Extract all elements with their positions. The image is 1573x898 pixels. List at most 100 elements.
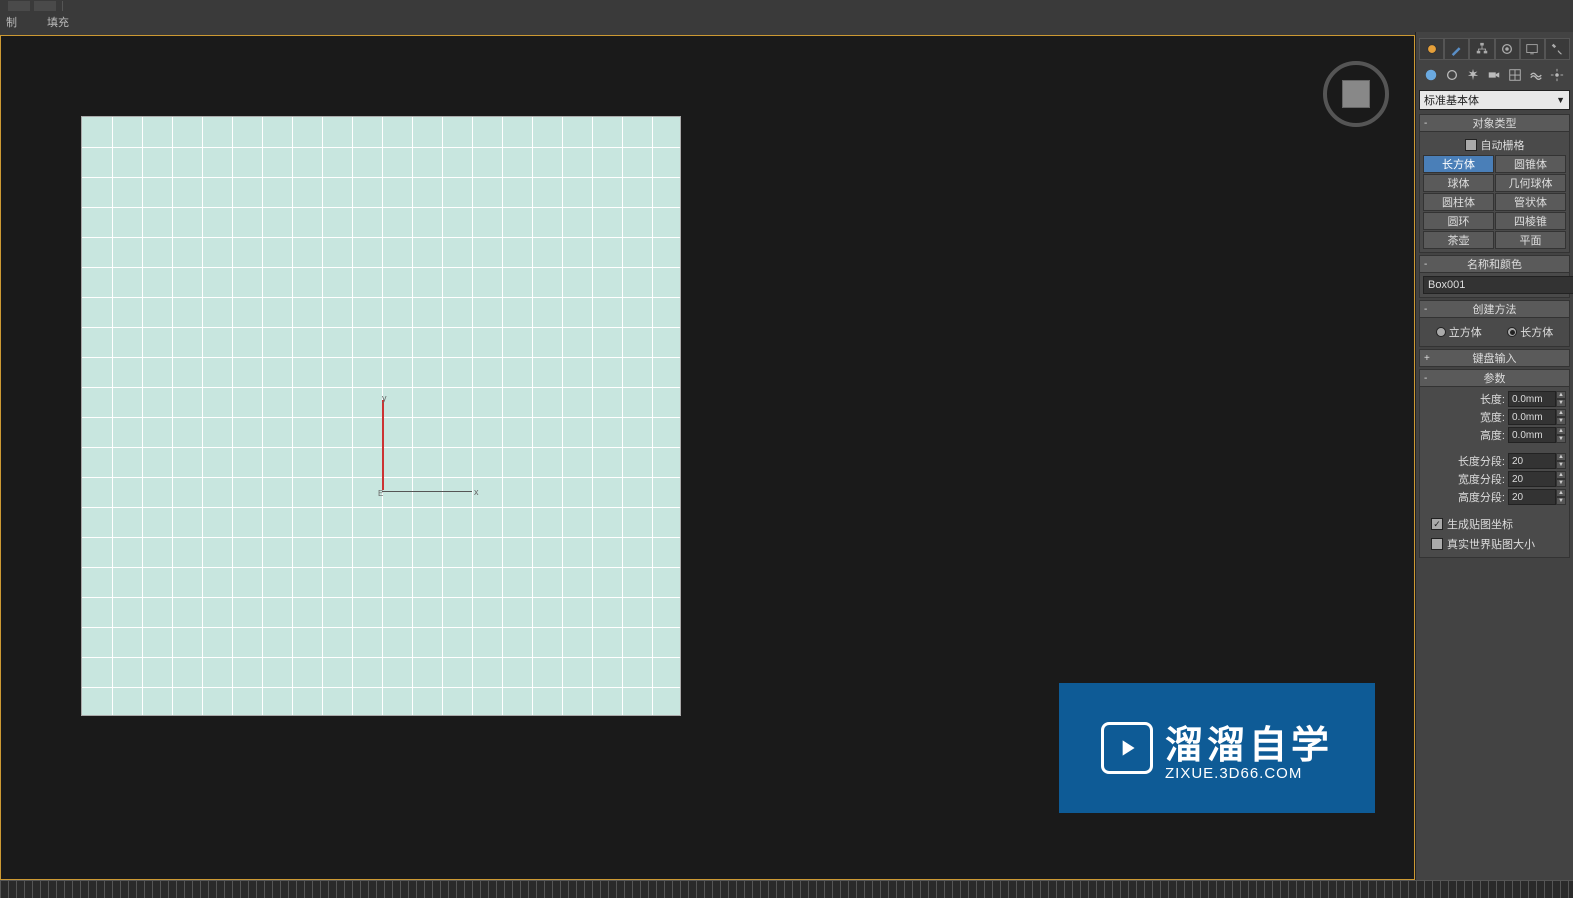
geometry-subtab[interactable] — [1421, 66, 1441, 84]
spinner-down-icon[interactable]: ▼ — [1556, 497, 1566, 505]
cameras-subtab[interactable] — [1484, 66, 1504, 84]
spinner-down-icon[interactable]: ▼ — [1556, 417, 1566, 425]
width-input[interactable] — [1508, 409, 1556, 425]
timeline[interactable] — [0, 880, 1573, 898]
viewcube-face[interactable] — [1342, 80, 1370, 108]
spinner-up-icon[interactable]: ▲ — [1556, 391, 1566, 399]
create-subtabs — [1419, 64, 1570, 86]
object-type-header[interactable]: - 对象类型 — [1419, 114, 1570, 132]
minus-icon: - — [1424, 118, 1427, 129]
watermark-main-text: 溜溜自学 — [1165, 714, 1333, 769]
auto-grid-label: 自动栅格 — [1481, 137, 1525, 153]
utilities-tab[interactable] — [1545, 38, 1570, 60]
axis-y-label: y — [382, 393, 387, 403]
teapot-button[interactable]: 茶壶 — [1423, 231, 1494, 249]
watermark: 溜溜自学 ZIXUE.3D66.COM — [1059, 683, 1375, 813]
motion-tab[interactable] — [1495, 38, 1520, 60]
name-color-header[interactable]: - 名称和颜色 — [1419, 255, 1570, 273]
spinner-down-icon[interactable]: ▼ — [1556, 399, 1566, 407]
spacewarps-subtab[interactable] — [1526, 66, 1546, 84]
spinner-down-icon[interactable]: ▼ — [1556, 435, 1566, 443]
watermark-logo-icon — [1101, 722, 1153, 774]
length-label: 长度: — [1480, 391, 1505, 407]
top-toolbar — [0, 0, 1573, 12]
spinner-down-icon[interactable]: ▼ — [1556, 461, 1566, 469]
auto-grid-checkbox[interactable] — [1465, 139, 1477, 151]
spinner-up-icon[interactable]: ▲ — [1556, 471, 1566, 479]
gen-map-coords-checkbox[interactable]: ✓ — [1431, 518, 1443, 530]
spinner-up-icon[interactable]: ▲ — [1556, 453, 1566, 461]
spinner-up-icon[interactable]: ▲ — [1556, 427, 1566, 435]
create-tab[interactable] — [1419, 38, 1444, 60]
separator — [62, 1, 63, 11]
toolbar-icon[interactable] — [34, 1, 56, 11]
menu-item-fill[interactable]: 填充 — [47, 14, 69, 30]
object-name-input[interactable] — [1423, 276, 1573, 294]
sphere-button[interactable]: 球体 — [1423, 174, 1494, 192]
command-panel-tabs — [1419, 38, 1570, 60]
hierarchy-tab[interactable] — [1469, 38, 1494, 60]
parameters-rollout: - 参数 长度:▲▼ 宽度:▲▼ 高度:▲▼ 长度分段:▲▼ 宽度分段:▲▼ 高… — [1419, 369, 1570, 558]
object-type-rollout: - 对象类型 自动栅格 长方体 圆锥体 球体 几何球体 圆柱体 管状体 圆环 四… — [1419, 114, 1570, 253]
gen-map-coords-label: 生成贴图坐标 — [1447, 516, 1513, 532]
spinner-up-icon[interactable]: ▲ — [1556, 409, 1566, 417]
watermark-sub-text: ZIXUE.3D66.COM — [1165, 765, 1302, 782]
command-panel: 标准基本体 ▼ - 对象类型 自动栅格 长方体 圆锥体 球体 几何球体 圆柱体 — [1415, 32, 1573, 880]
box-radio-label[interactable]: 长方体 — [1507, 324, 1553, 340]
pyramid-button[interactable]: 四棱锥 — [1495, 212, 1566, 230]
keyboard-entry-title: 键盘输入 — [1424, 350, 1565, 366]
width-label: 宽度: — [1480, 409, 1505, 425]
cone-button[interactable]: 圆锥体 — [1495, 155, 1566, 173]
modify-tab[interactable] — [1444, 38, 1469, 60]
menu-bar: 制 填充 — [0, 12, 1573, 32]
creation-method-body: 立方体 长方体 — [1419, 318, 1570, 347]
axis-x-line — [382, 491, 472, 492]
keyboard-entry-header[interactable]: + 键盘输入 — [1419, 349, 1570, 367]
spinner-up-icon[interactable]: ▲ — [1556, 489, 1566, 497]
cylinder-button[interactable]: 圆柱体 — [1423, 193, 1494, 211]
cube-radio-label[interactable]: 立方体 — [1436, 324, 1482, 340]
axis-y-line — [382, 400, 384, 490]
chevron-down-icon: ▼ — [1556, 95, 1565, 105]
length-segs-label: 长度分段: — [1458, 453, 1505, 469]
parameters-body: 长度:▲▼ 宽度:▲▼ 高度:▲▼ 长度分段:▲▼ 宽度分段:▲▼ 高度分段:▲… — [1419, 387, 1570, 558]
name-color-rollout: - 名称和颜色 — [1419, 255, 1570, 298]
cube-radio[interactable] — [1436, 327, 1446, 337]
plus-icon: + — [1424, 353, 1430, 364]
display-tab[interactable] — [1520, 38, 1545, 60]
plane-button[interactable]: 平面 — [1495, 231, 1566, 249]
width-segs-input[interactable] — [1508, 471, 1556, 487]
viewcube[interactable] — [1323, 61, 1389, 127]
real-world-map-checkbox[interactable] — [1431, 538, 1443, 550]
shapes-subtab[interactable] — [1442, 66, 1462, 84]
real-world-map-label: 真实世界贴图大小 — [1447, 536, 1535, 552]
parameters-header[interactable]: - 参数 — [1419, 369, 1570, 387]
height-segs-input[interactable] — [1508, 489, 1556, 505]
box-radio[interactable] — [1507, 327, 1517, 337]
helpers-subtab[interactable] — [1505, 66, 1525, 84]
creation-method-rollout: - 创建方法 立方体 长方体 — [1419, 300, 1570, 347]
axis-x-label: x — [474, 487, 479, 497]
name-color-body — [1419, 273, 1570, 298]
minus-icon: - — [1424, 304, 1427, 315]
length-segs-input[interactable] — [1508, 453, 1556, 469]
toolbar-icon[interactable] — [8, 1, 30, 11]
category-dropdown-label: 标准基本体 — [1424, 92, 1479, 108]
menu-item-control[interactable]: 制 — [6, 14, 17, 30]
height-label: 高度: — [1480, 427, 1505, 443]
object-type-body: 自动栅格 长方体 圆锥体 球体 几何球体 圆柱体 管状体 圆环 四棱锥 茶壶 平… — [1419, 132, 1570, 253]
length-input[interactable] — [1508, 391, 1556, 407]
height-input[interactable] — [1508, 427, 1556, 443]
spinner-down-icon[interactable]: ▼ — [1556, 479, 1566, 487]
lights-subtab[interactable] — [1463, 66, 1483, 84]
minus-icon: - — [1424, 373, 1427, 384]
creation-method-header[interactable]: - 创建方法 — [1419, 300, 1570, 318]
systems-subtab[interactable] — [1547, 66, 1567, 84]
object-type-title: 对象类型 — [1424, 115, 1565, 131]
box-button[interactable]: 长方体 — [1423, 155, 1494, 173]
category-dropdown[interactable]: 标准基本体 ▼ — [1419, 90, 1570, 110]
geosphere-button[interactable]: 几何球体 — [1495, 174, 1566, 192]
auto-grid-row: 自动栅格 — [1423, 135, 1566, 155]
tube-button[interactable]: 管状体 — [1495, 193, 1566, 211]
torus-button[interactable]: 圆环 — [1423, 212, 1494, 230]
